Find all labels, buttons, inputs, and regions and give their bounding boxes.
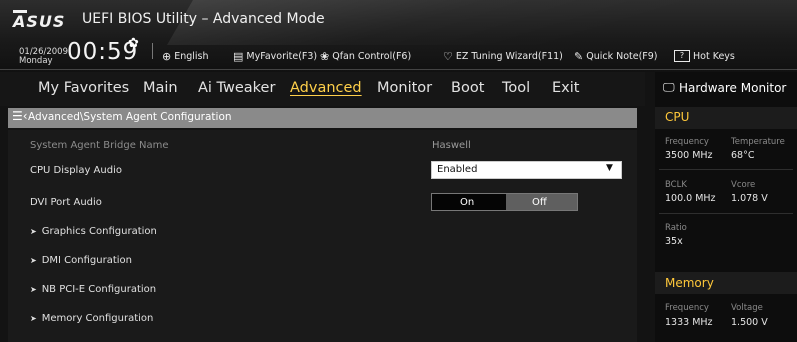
cpu-temperature-value: 68°C (731, 150, 755, 161)
submenu-label: Memory Configuration (41, 313, 154, 324)
fan-icon: ❀ (320, 50, 330, 63)
tab-main[interactable]: Main (143, 80, 178, 96)
bclk-value: 100.0 MHz (665, 193, 716, 204)
hot-keys-button[interactable]: ? Hot Keys (674, 50, 735, 62)
vcore-label: Vcore (731, 180, 756, 190)
chevron-down-icon: ▼ (606, 163, 613, 173)
tab-ai-tweaker[interactable]: Ai Tweaker (198, 80, 275, 96)
tab-exit[interactable]: Exit (552, 80, 579, 96)
language-label: English (174, 51, 209, 62)
ratio-label: Ratio (665, 223, 687, 233)
quick-note-button[interactable]: ✎ Quick Note(F9) (574, 50, 658, 63)
myfavorite-button[interactable]: ▤ MyFavorite(F3) (233, 50, 317, 63)
cpu-temperature-label: Temperature (731, 137, 785, 147)
toggle-off-label: Off (532, 197, 547, 208)
vcore-value: 1.078 V (731, 193, 768, 204)
tab-boot[interactable]: Boot (451, 80, 484, 96)
qfan-control-button[interactable]: ❀ Qfan Control(F6) (320, 50, 411, 63)
memory-voltage-label: Voltage (731, 303, 763, 313)
submenu-nb-pcie-configuration[interactable]: ➤ NB PCI-E Configuration (30, 284, 156, 295)
list-icon: ▤ (233, 50, 244, 63)
bulb-icon: ♡ (443, 50, 453, 63)
dvi-port-audio-label: DVI Port Audio (30, 197, 102, 208)
tab-advanced[interactable]: Advanced (290, 80, 362, 96)
header-separator (152, 43, 153, 59)
day-value: Monday (19, 56, 53, 66)
chevron-right-icon: ➤ (30, 227, 37, 236)
memory-section-title: Memory (665, 276, 714, 290)
memory-voltage-value: 1.500 V (731, 317, 768, 328)
submenu-label: DMI Configuration (41, 255, 132, 266)
breadcrumb: Advanced\System Agent Configuration (28, 111, 232, 123)
gear-icon[interactable]: ✿ (128, 36, 139, 51)
app-title: UEFI BIOS Utility – Advanced Mode (82, 11, 325, 27)
cpu-frequency-label: Frequency (665, 137, 709, 147)
monitor-icon: 🖵 (663, 80, 675, 94)
language-button[interactable]: ⊕ English (162, 50, 209, 63)
toggle-on-label: On (460, 197, 475, 208)
ez-tuning-wizard-button[interactable]: ♡ EZ Tuning Wizard(F11) (443, 50, 563, 63)
cpu-display-audio-label: CPU Display Audio (30, 165, 122, 176)
ratio-value: 35x (665, 236, 683, 247)
hw-divider (659, 213, 793, 214)
cpu-section-title: CPU (665, 110, 690, 124)
qfan-label: Qfan Control(F6) (332, 51, 412, 62)
submenu-label: NB PCI-E Configuration (41, 284, 157, 295)
chevron-right-icon: ➤ (30, 285, 37, 294)
submenu-label: Graphics Configuration (41, 226, 157, 237)
submenu-dmi-configuration[interactable]: ➤ DMI Configuration (30, 255, 132, 266)
back-menu-icon[interactable]: ☰‹ (12, 109, 28, 123)
memory-frequency-value: 1333 MHz (665, 317, 713, 328)
cpu-display-audio-value: Enabled (437, 164, 478, 175)
submenu-graphics-configuration[interactable]: ➤ Graphics Configuration (30, 226, 157, 237)
submenu-memory-configuration[interactable]: ➤ Memory Configuration (30, 313, 153, 324)
help-icon: ? (674, 50, 690, 62)
quick-note-label: Quick Note(F9) (586, 51, 658, 62)
hardware-monitor-title: Hardware Monitor (679, 81, 787, 95)
tab-monitor[interactable]: Monitor (377, 80, 432, 96)
memory-frequency-label: Frequency (665, 303, 709, 313)
bridge-name-value: Haswell (432, 140, 471, 151)
bridge-name-label: System Agent Bridge Name (30, 140, 169, 151)
cpu-frequency-value: 3500 MHz (665, 150, 713, 161)
ez-tuning-label: EZ Tuning Wizard(F11) (455, 51, 563, 62)
tab-my-favorites[interactable]: My Favorites (38, 80, 129, 96)
hot-keys-label: Hot Keys (693, 50, 735, 62)
chevron-right-icon: ➤ (30, 256, 37, 265)
hw-divider (659, 169, 793, 170)
globe-icon: ⊕ (162, 50, 172, 63)
date-display[interactable]: 01/26/2009 Monday (19, 48, 68, 66)
header-divider (0, 69, 797, 70)
chevron-right-icon: ➤ (30, 314, 37, 323)
asus-logo: ASUS (13, 12, 66, 31)
note-icon: ✎ (574, 50, 584, 63)
myfavorite-label: MyFavorite(F3) (246, 51, 318, 62)
tab-tool[interactable]: Tool (502, 80, 530, 96)
bclk-label: BCLK (665, 180, 687, 190)
